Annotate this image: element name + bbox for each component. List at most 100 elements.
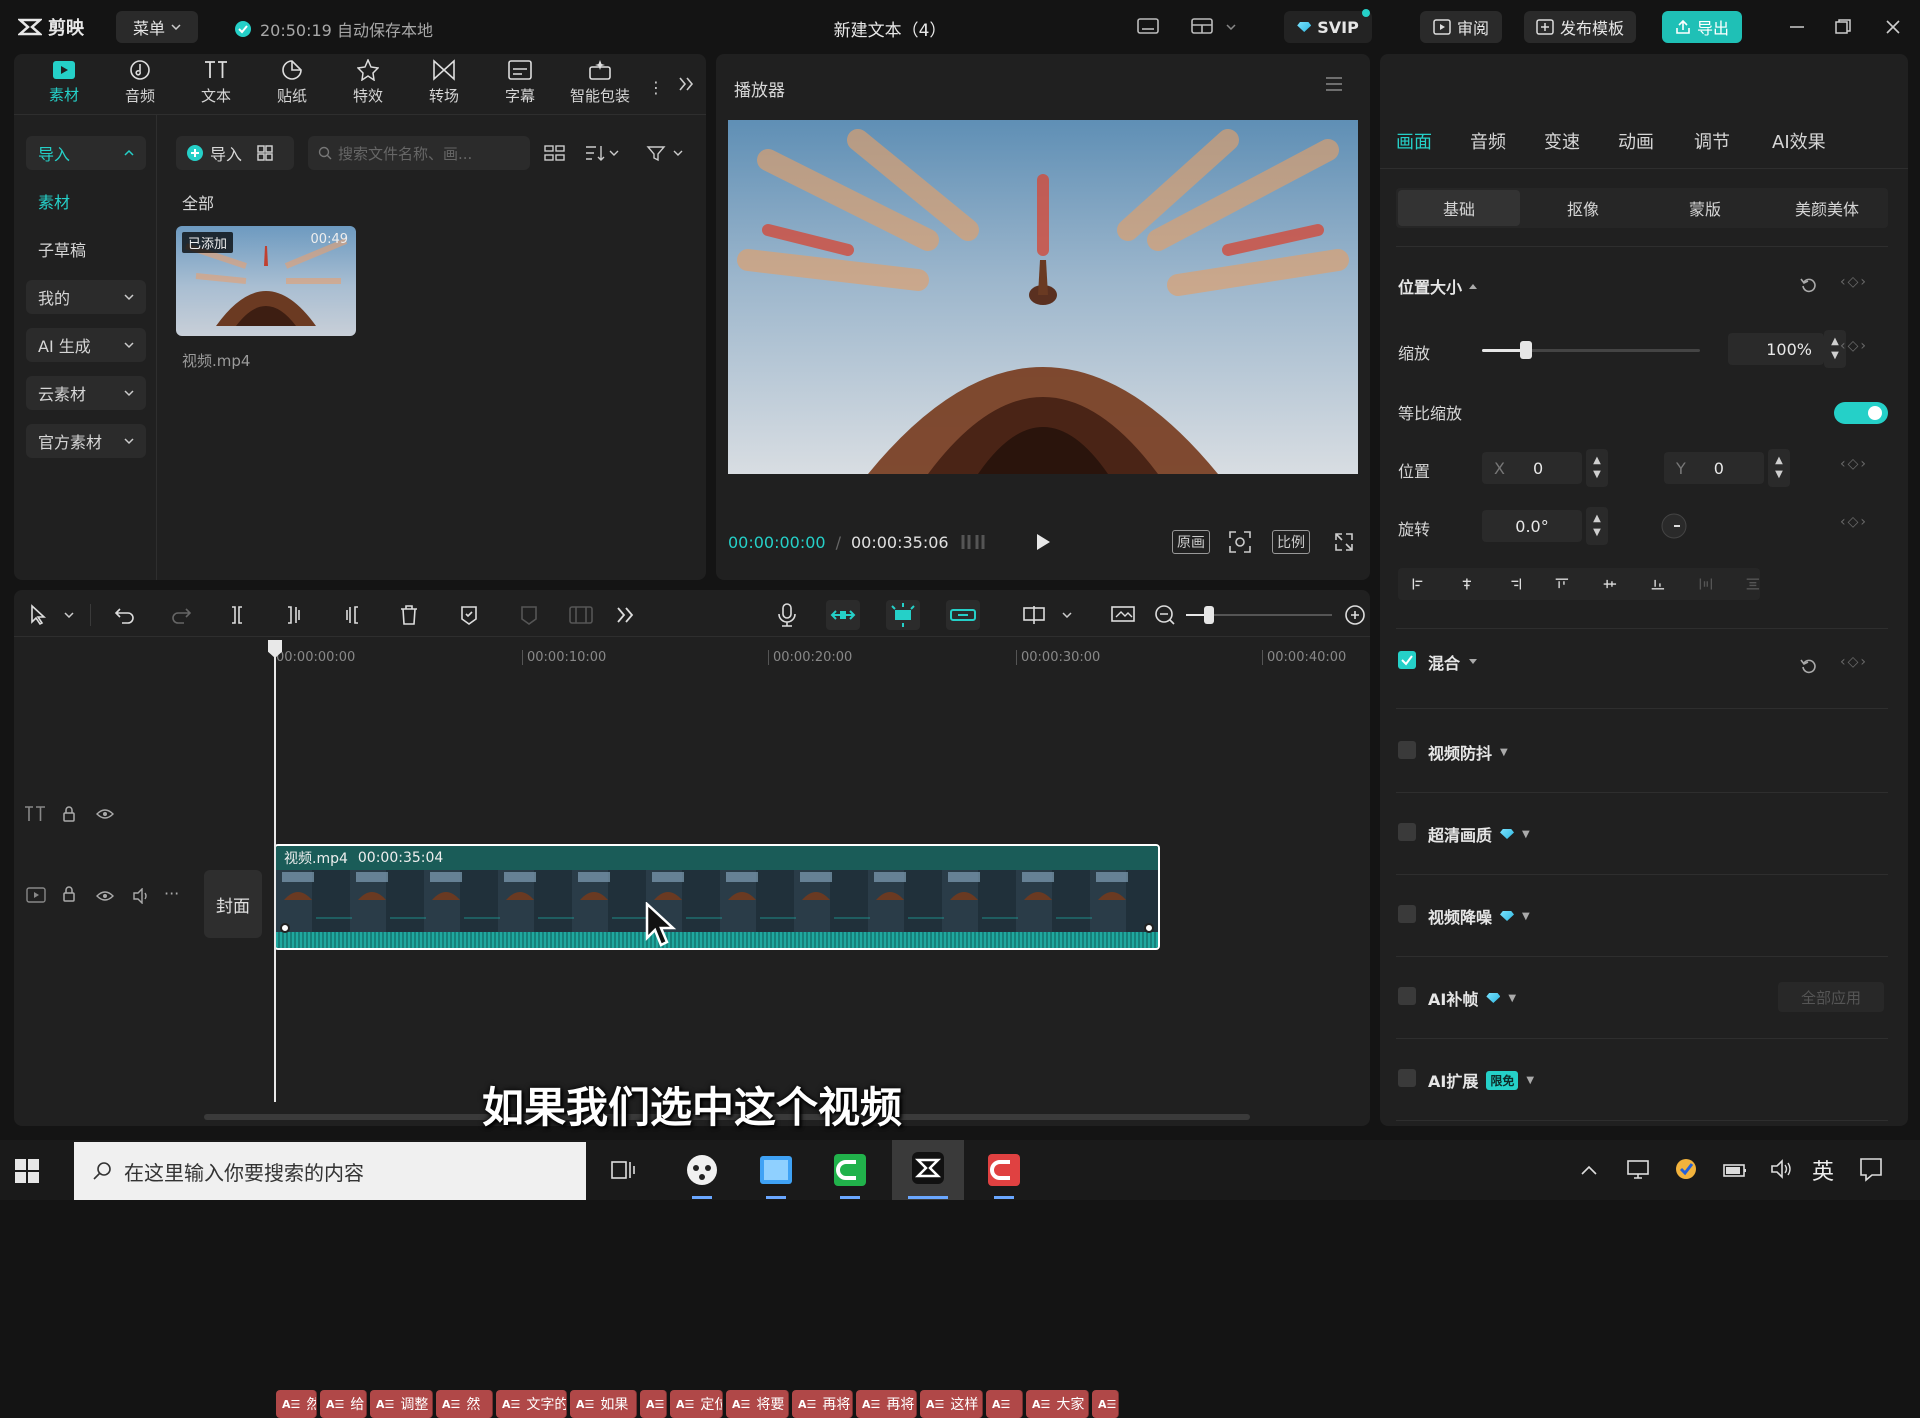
scale-value-field[interactable]: 100% [1728, 333, 1824, 365]
eye-icon[interactable] [96, 890, 114, 902]
blend-checkbox[interactable] [1398, 651, 1416, 669]
text-clip[interactable]: A☰ 调整 [370, 1390, 433, 1418]
timeline-ruler[interactable]: 00:00:00:00 00:00:10:00 00:00:20:00 00:0… [14, 638, 1370, 670]
ime-indicator[interactable]: 英 [1812, 1154, 1834, 1186]
volume-icon[interactable] [132, 888, 150, 904]
windows-start-icon[interactable] [14, 1158, 40, 1184]
zoom-in-icon[interactable] [1344, 604, 1366, 626]
position-y-stepper[interactable]: ▲ ▼ [1768, 449, 1790, 487]
feature-label[interactable]: 视频降噪 ▼ [1428, 904, 1530, 928]
text-clip[interactable]: A☰ 文字的 [496, 1390, 567, 1418]
text-clip[interactable]: A☰ [986, 1390, 1023, 1418]
maximize-icon[interactable] [1834, 18, 1852, 36]
blend-keyframe-icon[interactable]: ‹◇› [1840, 654, 1868, 670]
task-view-icon[interactable] [610, 1158, 636, 1182]
zoom-slider-handle[interactable] [1204, 606, 1214, 624]
split-left-icon[interactable] [284, 604, 306, 626]
screenshot-icon[interactable] [1228, 530, 1252, 554]
sidebar-item-official[interactable]: 官方素材 [26, 424, 146, 458]
zoom-slider[interactable] [1186, 606, 1332, 624]
sidebar-item-mine[interactable]: 我的 [26, 280, 146, 314]
expand-tabs-icon[interactable] [678, 76, 694, 92]
text-clip[interactable]: A☰ 大家 [1026, 1390, 1089, 1418]
sidebar-item-media[interactable]: 素材 [26, 184, 146, 218]
marker-icon[interactable] [458, 604, 480, 626]
track-more-icon[interactable]: ··· [164, 884, 179, 903]
speaker-icon[interactable] [1770, 1158, 1794, 1180]
more-tools-icon[interactable] [614, 604, 636, 626]
undo-icon[interactable] [114, 604, 136, 626]
keyboard-shortcut-icon[interactable] [1136, 16, 1160, 36]
linkage-button[interactable] [946, 600, 980, 630]
tab-subtitle[interactable]: 字幕 [484, 54, 556, 110]
text-clip[interactable]: A☰ 再将 [792, 1390, 853, 1418]
crop-frame-icon[interactable] [568, 604, 594, 626]
scale-slider-handle[interactable] [1519, 341, 1532, 359]
inspector-tab-ai-effects[interactable]: AI效果 [1772, 128, 1826, 154]
text-clip[interactable]: A☰ 给 [320, 1390, 367, 1418]
text-clip[interactable]: A☰ 将要 [726, 1390, 789, 1418]
publish-template-button[interactable]: 发布模板 [1524, 11, 1636, 43]
text-clip[interactable]: A☰ 定位 [670, 1390, 723, 1418]
cover-button[interactable]: 封面 [204, 870, 262, 938]
feature-label[interactable]: AI补帧 ▼ [1428, 986, 1516, 1010]
svip-button[interactable]: SVIP [1284, 9, 1372, 43]
position-keyframe-icon[interactable]: ‹◇› [1840, 456, 1868, 472]
text-clip[interactable]: A☰ 如果 [570, 1390, 637, 1418]
zoom-out-icon[interactable] [1154, 604, 1176, 626]
keyframe-nav-icon[interactable]: ‹◇› [1840, 274, 1868, 290]
battery-icon[interactable] [1722, 1160, 1748, 1180]
clip-trim-handle-right[interactable] [1144, 923, 1154, 933]
distribute-h-icon[interactable] [1699, 575, 1713, 593]
scale-slider[interactable] [1482, 341, 1700, 359]
video-preview[interactable] [728, 120, 1358, 474]
feature-label[interactable]: 视频防抖 ▼ [1428, 740, 1508, 764]
inspector-tab-audio[interactable]: 音频 [1470, 128, 1506, 154]
tab-text[interactable]: 文本 [180, 54, 252, 110]
layout-chevron-icon[interactable] [1226, 24, 1236, 30]
notification-center-icon[interactable] [1858, 1156, 1884, 1182]
redo-icon[interactable] [170, 604, 192, 626]
text-clip[interactable]: A☰ 这样 [920, 1390, 983, 1418]
playhead[interactable] [268, 640, 282, 1102]
feature-checkbox[interactable] [1398, 1069, 1416, 1087]
select-cursor-icon[interactable] [28, 604, 50, 626]
rotate-keyframe-icon[interactable]: ‹◇› [1840, 514, 1868, 530]
aspect-ratio-button[interactable]: 比例 [1272, 530, 1310, 554]
align-center-v-icon[interactable] [1603, 575, 1617, 593]
feature-checkbox[interactable] [1398, 905, 1416, 923]
more-tabs-icon[interactable]: ⋮ [648, 78, 664, 97]
view-toggle-icon[interactable] [544, 144, 566, 162]
export-button[interactable]: 导出 [1662, 11, 1742, 43]
microphone-icon[interactable] [776, 602, 798, 628]
tab-smart-pack[interactable]: 智能包装 [560, 54, 640, 110]
feature-label[interactable]: 超清画质 ▼ [1428, 822, 1530, 846]
align-top-icon[interactable] [1555, 575, 1569, 593]
freeze-icon[interactable] [518, 604, 540, 626]
close-icon[interactable] [1884, 18, 1902, 36]
subtab-basic[interactable]: 基础 [1398, 190, 1520, 226]
align-right-icon[interactable] [1508, 575, 1522, 593]
blend-label[interactable]: 混合 [1428, 650, 1460, 674]
text-clip[interactable]: A☰ 然 [436, 1390, 493, 1418]
subtab-cutout[interactable]: 抠像 [1522, 190, 1644, 226]
text-clip[interactable]: A☰ 然 [276, 1390, 317, 1418]
network-icon[interactable] [1626, 1158, 1650, 1180]
sidebar-item-subdraft[interactable]: 子草稿 [26, 232, 146, 266]
split-right-icon[interactable] [340, 604, 362, 626]
select-chevron-icon[interactable] [64, 612, 74, 618]
fullscreen-icon[interactable] [1334, 532, 1354, 552]
align-bottom-icon[interactable] [1651, 575, 1665, 593]
minimize-icon[interactable] [1788, 20, 1806, 34]
search-input[interactable]: 搜索文件名称、画... [308, 136, 530, 170]
main-track-magnet-button[interactable] [826, 600, 860, 630]
review-button[interactable]: 审阅 [1420, 11, 1502, 43]
auto-snap-button[interactable] [886, 600, 920, 630]
feature-checkbox[interactable] [1398, 823, 1416, 841]
video-clip[interactable]: 视频.mp4 00:00:35:04 [274, 844, 1160, 950]
align-center-h-icon[interactable] [1460, 575, 1474, 593]
tab-transition[interactable]: 转场 [408, 54, 480, 110]
position-y-field[interactable]: Y 0 [1664, 452, 1764, 484]
sidebar-item-import[interactable]: 导入 [26, 136, 146, 170]
tab-effects[interactable]: 特效 [332, 54, 404, 110]
